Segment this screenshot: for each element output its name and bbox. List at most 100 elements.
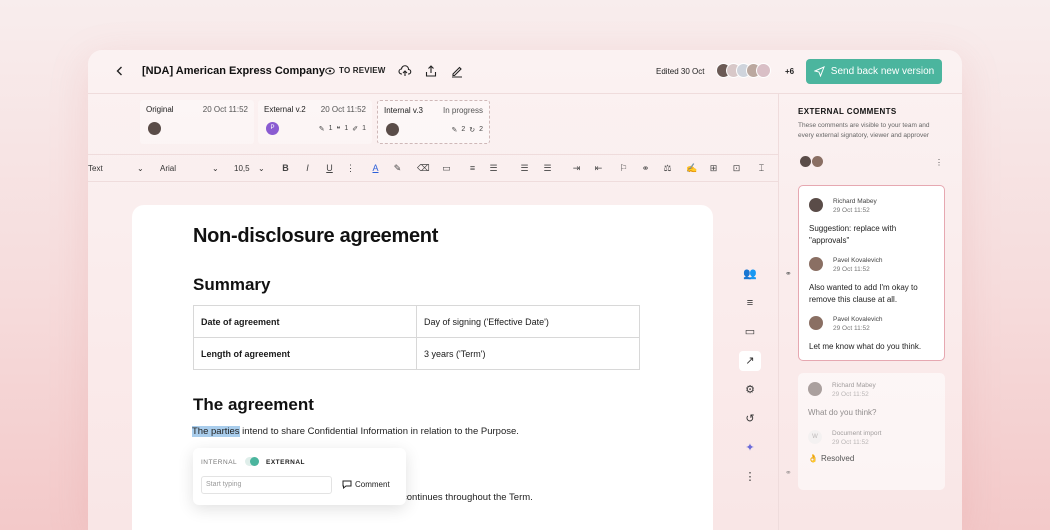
version-name: Original bbox=[146, 105, 174, 114]
resolved-comment-thread[interactable]: Richard Mabey 29 Oct 11:52 What do you t… bbox=[798, 373, 945, 490]
external-comments-icon[interactable]: ↗ bbox=[739, 351, 761, 371]
comment-date: 29 Oct 11:52 bbox=[833, 266, 870, 273]
document-title: [NDA] American Express Company bbox=[142, 65, 325, 77]
history-icon[interactable]: ↺ bbox=[743, 412, 757, 426]
italic-icon[interactable]: I bbox=[302, 163, 313, 174]
scale-icon[interactable]: ⚖ bbox=[662, 163, 673, 174]
comment-icon: ❝ bbox=[336, 126, 341, 133]
extra-collaborators-count[interactable]: +6 bbox=[785, 67, 794, 76]
comment-count: 1 bbox=[344, 125, 349, 132]
resolved-label: Resolved bbox=[820, 454, 855, 463]
outline-icon[interactable]: ≡ bbox=[743, 296, 757, 310]
outdent-icon[interactable]: ⇤ bbox=[593, 163, 604, 174]
page-break-icon[interactable]: ⌶ bbox=[756, 163, 767, 174]
comment-date: 29 Oct 11:52 bbox=[833, 325, 870, 332]
comment-input[interactable]: Start typing bbox=[201, 476, 332, 494]
table-cell[interactable]: Date of agreement bbox=[193, 305, 417, 338]
comment-icon[interactable]: ▭ bbox=[743, 325, 757, 339]
external-label: EXTERNAL bbox=[266, 459, 306, 466]
table-cell[interactable]: 3 years ('Term') bbox=[416, 337, 640, 370]
comment-author: Richard Mabey bbox=[833, 198, 877, 205]
send-icon bbox=[813, 66, 825, 77]
chevron-left-icon[interactable] bbox=[114, 64, 126, 80]
comment-author: Richard Mabey bbox=[832, 382, 876, 389]
collaborator-avatars[interactable] bbox=[716, 63, 771, 78]
version-card-internal-v3[interactable]: Internal v.3 In progress ✎ 2 ↻ 2 bbox=[377, 100, 490, 144]
indent-icon[interactable]: ⇥ bbox=[571, 163, 582, 174]
font-family-select[interactable]: Arial bbox=[160, 164, 176, 173]
underline-icon[interactable]: U bbox=[324, 163, 335, 174]
avatar bbox=[148, 122, 161, 135]
bold-icon[interactable]: B bbox=[280, 163, 291, 174]
comment-add-icon bbox=[342, 480, 352, 489]
text-color-icon[interactable]: A bbox=[370, 163, 381, 174]
paragraph-text: intend to share Confidential Information… bbox=[239, 426, 519, 437]
comment-text: Also wanted to add I'm okay to remove th… bbox=[809, 283, 918, 304]
share-icon[interactable] bbox=[424, 64, 438, 78]
version-name: External v.2 bbox=[264, 105, 306, 114]
version-card-original[interactable]: Original 20 Oct 11:52 bbox=[140, 100, 254, 144]
signature-icon[interactable]: ✍ bbox=[686, 163, 697, 174]
eye-icon bbox=[325, 67, 335, 74]
table-icon[interactable]: ⊞ bbox=[708, 163, 719, 174]
edit-icon: ✎ bbox=[318, 126, 325, 133]
bullet-list-icon[interactable]: ☰ bbox=[519, 163, 530, 174]
text-style-select[interactable]: Text bbox=[88, 164, 103, 173]
settings-icon[interactable]: ⚙ bbox=[743, 383, 757, 397]
reply-icon: ↻ bbox=[469, 127, 476, 134]
summary-heading: Summary bbox=[193, 275, 271, 294]
version-name: Internal v.3 bbox=[384, 106, 423, 115]
highlight-icon[interactable]: ✎ bbox=[392, 163, 403, 174]
link-icon: ⚭ bbox=[785, 468, 792, 477]
align-icon[interactable]: ☰ bbox=[488, 163, 499, 174]
more-vertical-icon[interactable]: ⋮ bbox=[345, 163, 356, 174]
visibility-toggle[interactable] bbox=[245, 457, 259, 466]
version-card-external-v2[interactable]: External v.2 20 Oct 11:52 P ✎ 1 ❝ 1 ✐ 1 bbox=[258, 100, 372, 144]
font-size-select[interactable]: 10,5 bbox=[234, 164, 250, 173]
avatar bbox=[809, 316, 823, 330]
avatar: W bbox=[808, 430, 822, 444]
avatar bbox=[756, 63, 771, 78]
chevron-down-icon[interactable]: ⌄ bbox=[212, 164, 219, 173]
reply-count: 2 bbox=[479, 126, 483, 133]
version-date: 20 Oct 11:52 bbox=[202, 105, 248, 114]
comment-author: Pavel Kovalevich bbox=[833, 257, 883, 264]
pen-icon: ✐ bbox=[352, 126, 359, 133]
avatar bbox=[386, 123, 399, 136]
comment-icon[interactable]: ▭ bbox=[441, 163, 452, 174]
field-icon[interactable]: ⊡ bbox=[731, 163, 742, 174]
send-back-new-version-button[interactable]: Send back new version bbox=[806, 59, 942, 84]
chevron-down-icon[interactable]: ⌄ bbox=[137, 164, 144, 173]
clear-format-icon[interactable]: ⌫ bbox=[417, 163, 430, 174]
comment-text: What do you think? bbox=[808, 408, 877, 417]
line-spacing-icon[interactable]: ≡ bbox=[467, 163, 478, 174]
pen-count: 1 bbox=[362, 125, 366, 132]
link-icon[interactable]: ⚭ bbox=[640, 163, 651, 174]
agreement-paragraph[interactable]: The parties intend to share Confidential… bbox=[192, 426, 519, 437]
chevron-down-icon[interactable]: ⌄ bbox=[258, 164, 265, 173]
more-vertical-icon[interactable]: ⋮ bbox=[935, 158, 943, 167]
table-cell[interactable]: Length of agreement bbox=[193, 337, 417, 370]
top-bar: [NDA] American Express Company TO REVIEW… bbox=[88, 50, 962, 94]
numbered-list-icon[interactable]: ☰ bbox=[542, 163, 553, 174]
table-cell[interactable]: Day of signing ('Effective Date') bbox=[416, 305, 640, 338]
cloud-upload-icon[interactable] bbox=[398, 64, 412, 78]
summary-table: Date of agreement Day of signing ('Effec… bbox=[193, 305, 640, 370]
avatar bbox=[808, 382, 822, 396]
selected-text[interactable]: The parties bbox=[192, 426, 240, 437]
edited-timestamp: Edited 30 Oct bbox=[656, 67, 705, 76]
document-title-heading: Non-disclosure agreement bbox=[193, 225, 439, 247]
more-vertical-icon[interactable]: ⋮ bbox=[743, 470, 757, 484]
users-icon[interactable]: 👥 bbox=[743, 267, 757, 281]
edit-count: 2 bbox=[461, 126, 466, 133]
ai-sparkle-icon[interactable]: ✦ bbox=[743, 441, 757, 455]
sign-icon[interactable] bbox=[450, 64, 464, 78]
panel-title: EXTERNAL COMMENTS bbox=[798, 107, 897, 116]
comment-thread[interactable]: Richard Mabey 29 Oct 11:52 Suggestion: r… bbox=[798, 185, 945, 361]
comment-date: 29 Oct 11:52 bbox=[832, 439, 869, 446]
bookmark-icon[interactable]: ⚐ bbox=[618, 163, 629, 174]
comment-button-label: Comment bbox=[355, 479, 390, 489]
comment-button[interactable]: Comment bbox=[342, 479, 390, 489]
review-status-badge[interactable]: TO REVIEW bbox=[325, 66, 386, 75]
send-button-label: Send back new version bbox=[830, 66, 935, 77]
